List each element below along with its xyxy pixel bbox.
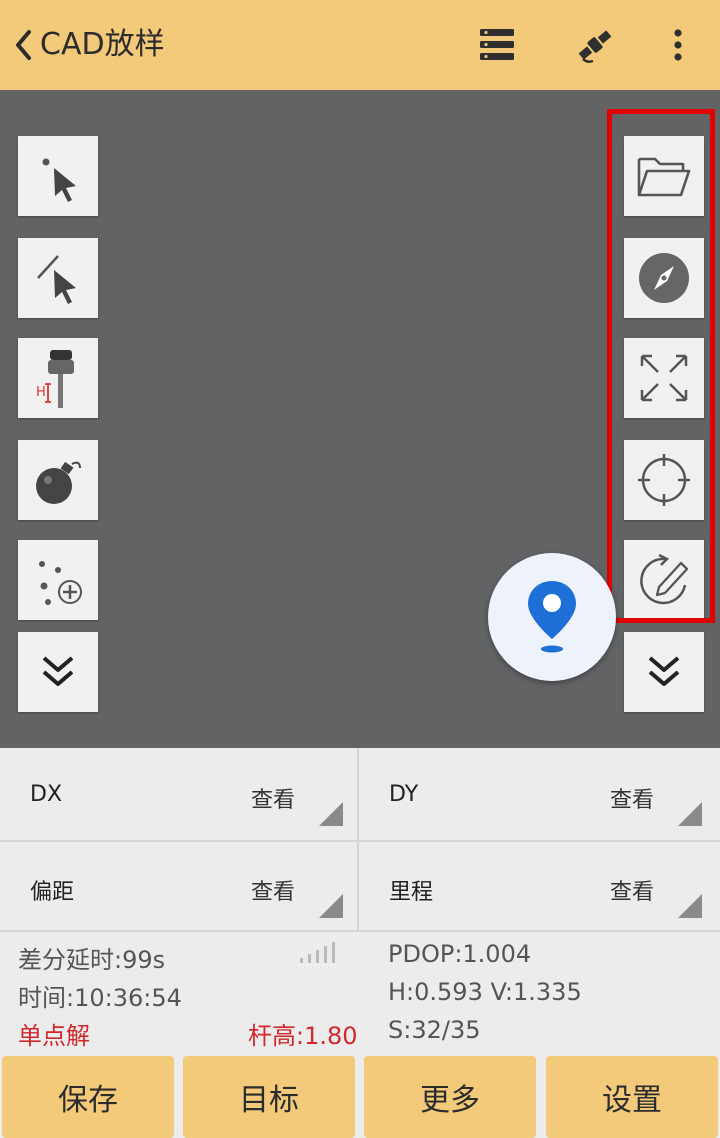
expand-down-icon[interactable] <box>624 632 704 712</box>
add-points-icon[interactable] <box>18 540 98 620</box>
signal-bars-icon <box>298 940 342 968</box>
settings-button[interactable]: 设置 <box>546 1056 718 1138</box>
mileage-view[interactable]: 查看 <box>610 874 654 906</box>
dx-view[interactable]: 查看 <box>251 782 295 814</box>
dy-view[interactable]: 查看 <box>610 782 654 814</box>
rtk-antenna-height-icon[interactable]: H <box>18 338 98 418</box>
divider <box>357 748 359 930</box>
dy-field[interactable]: DY 查看 <box>359 750 716 840</box>
solution-status: 单点解 <box>18 1022 90 1050</box>
dropdown-corner-icon <box>319 894 343 918</box>
app-header: CAD放样 <box>0 0 720 90</box>
divider <box>0 930 720 932</box>
dropdown-corner-icon <box>319 802 343 826</box>
pdop-text: PDOP:1.004 <box>388 940 532 968</box>
offset-view[interactable]: 查看 <box>251 874 295 906</box>
page-title: CAD放样 <box>40 27 165 62</box>
bomb-clear-icon[interactable] <box>18 440 98 520</box>
point-select-icon[interactable] <box>18 136 98 216</box>
more-button[interactable]: 更多 <box>364 1056 536 1138</box>
expand-down-icon[interactable] <box>18 632 98 712</box>
satellite-icon[interactable] <box>570 20 620 70</box>
highlight-box <box>607 109 715 623</box>
line-select-icon[interactable] <box>18 238 98 318</box>
svg-text:H: H <box>36 385 46 400</box>
location-pin-icon <box>528 581 576 653</box>
more-vertical-icon[interactable] <box>653 20 703 70</box>
dropdown-corner-icon <box>678 802 702 826</box>
mileage-label: 里程 <box>389 880 434 905</box>
satellite-count-text: S:32/35 <box>388 1016 481 1044</box>
target-button[interactable]: 目标 <box>183 1056 355 1138</box>
dx-field[interactable]: DX 查看 <box>0 750 357 840</box>
pole-height-text[interactable]: 杆高:1.80 <box>248 1016 358 1051</box>
dropdown-corner-icon <box>678 894 702 918</box>
hv-precision-text: H:0.593 V:1.335 <box>388 978 582 1006</box>
dx-label: DX <box>30 782 63 807</box>
time-text: 时间:10:36:54 <box>18 984 182 1012</box>
offset-field[interactable]: 偏距 查看 <box>0 842 357 932</box>
location-pin-button[interactable] <box>488 553 616 681</box>
mileage-field[interactable]: 里程 查看 <box>359 842 716 932</box>
dy-label: DY <box>389 782 419 807</box>
offset-label: 偏距 <box>30 880 75 905</box>
save-button[interactable]: 保存 <box>2 1056 174 1138</box>
layers-menu-icon[interactable] <box>472 20 522 70</box>
diff-delay-text: 差分延时:99s <box>18 946 166 974</box>
back-chevron-icon[interactable] <box>6 22 40 68</box>
